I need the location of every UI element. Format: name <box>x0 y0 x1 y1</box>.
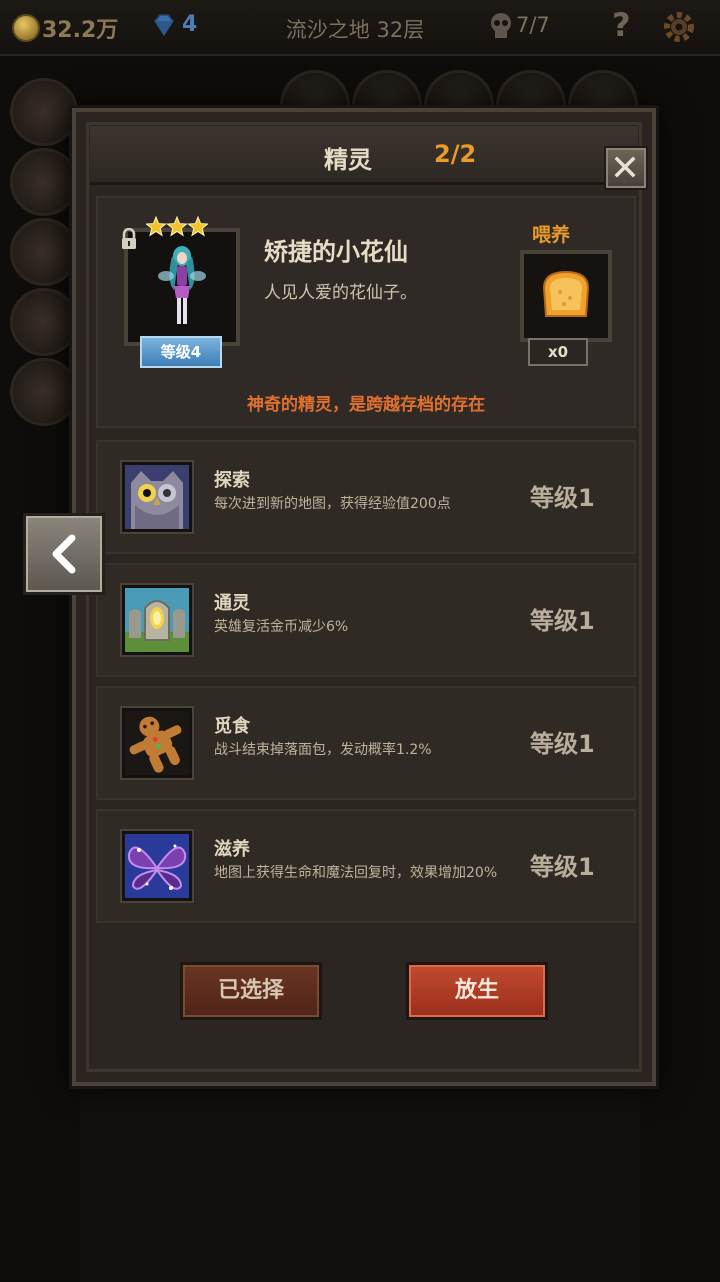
sprite-info-panel: 等级4 矫捷的小花仙 人见人爱的花仙子。 喂养 x0 神奇的精灵，是跨越存档的存… <box>96 196 636 428</box>
previous-sprite-button[interactable] <box>26 516 102 592</box>
help-button[interactable]: ? <box>612 6 631 44</box>
fairy-wings-icon <box>125 834 189 898</box>
diamond-icon <box>154 14 174 37</box>
gold-coin-icon <box>12 14 40 42</box>
skill-row-explore[interactable]: 探索 每次进到新的地图，获得经验值200点 等级1 <box>96 440 636 554</box>
skill-icon-frame <box>120 706 194 780</box>
close-icon <box>614 156 636 178</box>
hero-avatar <box>10 358 78 426</box>
skill-name: 通灵 <box>214 593 250 614</box>
sprite-count: 2/2 <box>434 140 477 168</box>
skull-icon <box>491 13 511 38</box>
owl-icon <box>125 465 189 529</box>
skill-row-forage[interactable]: 觅食 战斗结束掉落面包，发动概率1.2% 等级1 <box>96 686 636 800</box>
hero-avatar <box>10 78 78 146</box>
skill-row-nourish[interactable]: 滋养 地图上获得生命和魔法回复时，效果增加20% 等级1 <box>96 809 636 923</box>
sprite-dialog: 精灵 2/2 等级4 矫捷的小花仙 人见人爱的花仙子。 喂养 x0 神奇的精灵，… <box>72 108 656 1086</box>
sprite-level-badge: 等级4 <box>140 336 222 368</box>
skill-description: 战斗结束掉落面包，发动概率1.2% <box>214 742 432 758</box>
feed-count: x0 <box>528 338 588 366</box>
skill-icon-frame <box>120 460 194 534</box>
gingerbread-icon <box>125 711 189 775</box>
skill-name: 探索 <box>214 470 250 491</box>
star-rating-icon <box>146 216 208 237</box>
skill-name: 觅食 <box>214 716 250 737</box>
sprite-portrait[interactable] <box>124 228 240 346</box>
sprite-description: 人见人爱的花仙子。 <box>264 283 417 303</box>
skill-description: 英雄复活金币减少6% <box>214 619 349 635</box>
sprite-name: 矫捷的小花仙 <box>264 238 408 266</box>
background-bottom <box>80 1080 640 1282</box>
sprite-tagline: 神奇的精灵，是跨越存档的存在 <box>247 395 485 415</box>
skill-level: 等级1 <box>530 607 595 635</box>
skill-level: 等级1 <box>530 484 595 512</box>
chevron-left-icon <box>52 534 76 574</box>
skill-icon-frame <box>120 829 194 903</box>
dialog-title: 精灵 <box>324 146 372 174</box>
close-button[interactable] <box>606 148 646 188</box>
skill-icon-frame <box>120 583 194 657</box>
skill-level: 等级1 <box>530 730 595 758</box>
selected-button[interactable]: 已选择 <box>180 962 322 1020</box>
floor-label: 流沙之地 32层 <box>285 18 425 42</box>
skill-level: 等级1 <box>530 853 595 881</box>
skill-name: 滋养 <box>214 839 250 860</box>
lock-icon[interactable] <box>120 228 138 250</box>
gem-amount: 4 <box>182 12 198 37</box>
lives-count: 7/7 <box>516 13 550 37</box>
skill-list: 探索 每次进到新的地图，获得经验值200点 等级1 通灵 英雄复活金币减少6% … <box>96 440 636 932</box>
gold-amount: 32.2万 <box>42 18 119 43</box>
skill-description: 地图上获得生命和魔法回复时，效果增加20% <box>214 865 498 881</box>
hero-avatar <box>10 148 78 216</box>
flower-fairy-figure <box>158 246 206 324</box>
feed-label: 喂养 <box>532 224 571 246</box>
top-status-bar: 32.2万 4 流沙之地 32层 7/7 ? <box>0 0 720 56</box>
gear-icon[interactable] <box>662 10 696 44</box>
dialog-title-bar: 精灵 2/2 <box>90 126 646 188</box>
skill-row-spirit[interactable]: 通灵 英雄复活金币减少6% 等级1 <box>96 563 636 677</box>
feed-button[interactable] <box>520 250 612 342</box>
hero-avatar <box>10 288 78 356</box>
bread-icon <box>542 270 590 317</box>
hero-avatar <box>10 218 78 286</box>
tombstone-icon <box>125 588 189 652</box>
release-button[interactable]: 放生 <box>406 962 548 1020</box>
skill-description: 每次进到新的地图，获得经验值200点 <box>214 496 451 512</box>
